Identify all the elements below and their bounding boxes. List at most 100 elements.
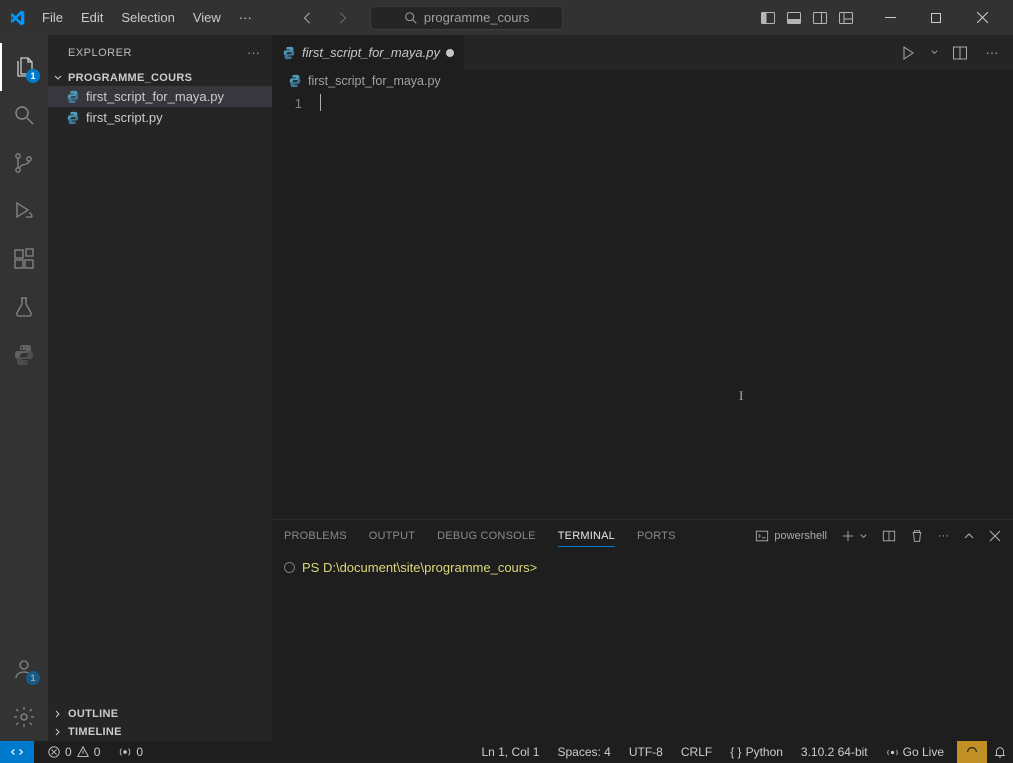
line-gutter: 1 [272,92,320,519]
sidebar-more-icon[interactable]: ··· [247,45,260,60]
remote-icon [10,745,24,759]
split-terminal-icon[interactable] [882,529,896,543]
file-item[interactable]: first_script_for_maya.py [48,86,272,107]
line-number: 1 [272,94,302,113]
editor-tab[interactable]: first_script_for_maya.py [272,35,465,70]
tab-label: first_script_for_maya.py [302,45,440,60]
bottom-panel: PROBLEMS OUTPUT DEBUG CONSOLE TERMINAL P… [272,519,1013,741]
activity-search[interactable] [0,91,48,139]
sidebar-title: EXPLORER [68,47,132,59]
python-icon [12,343,36,367]
panel-tab-ports[interactable]: PORTS [637,526,676,546]
menu-file[interactable]: File [34,6,71,29]
activity-accounts[interactable]: 1 [0,645,48,693]
code-area[interactable] [320,92,1013,519]
timeline-section[interactable]: TIMELINE [48,723,272,741]
activity-testing[interactable] [0,283,48,331]
panel-tab-terminal[interactable]: TERMINAL [558,526,615,547]
title-bar: File Edit Selection View ··· programme_c… [0,0,1013,35]
python-file-icon [66,90,80,104]
panel-tab-output[interactable]: OUTPUT [369,526,415,546]
status-language[interactable]: { } Python [725,745,788,759]
panel-more-icon[interactable]: ··· [938,530,949,542]
file-tree: PROGRAMME_COURS first_script_for_maya.py… [48,70,272,705]
editor-tabs: first_script_for_maya.py ··· [272,35,1013,70]
menu-edit[interactable]: Edit [73,6,111,29]
run-button[interactable] [897,42,919,64]
accounts-badge: 1 [26,671,40,685]
new-terminal-button[interactable] [841,529,855,543]
status-bar: 0 0 0 Ln 1, Col 1 Spaces: 4 UTF-8 CRLF {… [0,741,1013,763]
status-golive[interactable]: Go Live [881,745,949,759]
mouse-text-cursor-icon: I [739,388,740,404]
nav-back-icon[interactable] [300,10,316,26]
menu-more[interactable]: ··· [231,6,260,29]
outline-section[interactable]: OUTLINE [48,705,272,723]
status-items: 0 0 0 Ln 1, Col 1 Spaces: 4 UTF-8 CRLF {… [34,741,957,763]
terminal-icon [755,529,769,543]
menu-selection[interactable]: Selection [113,6,182,29]
maximize-button[interactable] [913,0,959,35]
editor-cursor [320,94,321,111]
root-folder[interactable]: PROGRAMME_COURS [48,70,272,86]
toggle-secondary-sidebar-icon[interactable] [807,4,833,32]
panel-actions: powershell ··· [755,529,1001,543]
sidebar-header: EXPLORER ··· [48,35,272,70]
file-name: first_script.py [86,110,163,125]
broadcast-icon [886,746,899,759]
branch-icon [12,151,36,175]
new-terminal-dropdown[interactable] [859,532,868,541]
customize-layout-icon[interactable] [833,4,859,32]
braces-icon: { } [730,745,741,759]
radio-icon [118,745,132,759]
vscode-logo-icon [8,9,26,27]
panel-tab-debug[interactable]: DEBUG CONSOLE [437,526,536,546]
status-problems[interactable]: 0 0 [42,745,105,759]
nav-forward-icon[interactable] [334,10,350,26]
kill-terminal-icon[interactable] [910,529,924,543]
run-dropdown[interactable] [929,42,939,64]
panel-tab-problems[interactable]: PROBLEMS [284,526,347,546]
chevron-right-icon [52,726,64,738]
status-encoding[interactable]: UTF-8 [624,745,668,759]
workbench: 1 1 EXPLORER ··· PROGRAMME_COURS first_s [0,35,1013,741]
activity-settings[interactable] [0,693,48,741]
activity-extensions[interactable] [0,235,48,283]
command-center-text: programme_cours [424,10,530,25]
app-menu: File Edit Selection View ··· [34,6,260,29]
editor-body[interactable]: 1 [272,92,1013,519]
terminal-body[interactable]: PS D:\document\site\programme_cours> [272,552,1013,741]
status-interpreter[interactable]: 3.10.2 64-bit [796,745,873,759]
layout-buttons [755,4,859,32]
activity-source-control[interactable] [0,139,48,187]
activity-explorer[interactable]: 1 [0,43,48,91]
chevron-down-icon [52,72,64,84]
status-lncol[interactable]: Ln 1, Col 1 [476,745,544,759]
activity-run-debug[interactable] [0,187,48,235]
status-bell[interactable] [987,741,1013,763]
maximize-panel-icon[interactable] [963,530,975,542]
status-notification[interactable] [957,741,987,763]
file-item[interactable]: first_script.py [48,107,272,128]
play-bug-icon [12,199,36,223]
editor-more-icon[interactable]: ··· [981,42,1003,64]
breadcrumb[interactable]: first_script_for_maya.py [272,70,1013,92]
close-button[interactable] [959,0,1005,35]
menu-view[interactable]: View [185,6,229,29]
toggle-panel-icon[interactable] [781,4,807,32]
remote-button[interactable] [0,741,34,763]
status-ports[interactable]: 0 [113,745,148,759]
minimize-button[interactable] [867,0,913,35]
split-editor-icon[interactable] [949,42,971,64]
editor-area: first_script_for_maya.py ··· first_scrip… [272,35,1013,741]
terminal-profile[interactable]: powershell [755,529,827,543]
search-icon [12,103,36,127]
python-file-icon [288,74,302,88]
close-panel-icon[interactable] [989,530,1001,542]
activity-python[interactable] [0,331,48,379]
status-eol[interactable]: CRLF [676,745,717,759]
command-center[interactable]: programme_cours [370,6,564,30]
dirty-indicator-icon [446,49,454,57]
status-spaces[interactable]: Spaces: 4 [552,745,615,759]
toggle-primary-sidebar-icon[interactable] [755,4,781,32]
